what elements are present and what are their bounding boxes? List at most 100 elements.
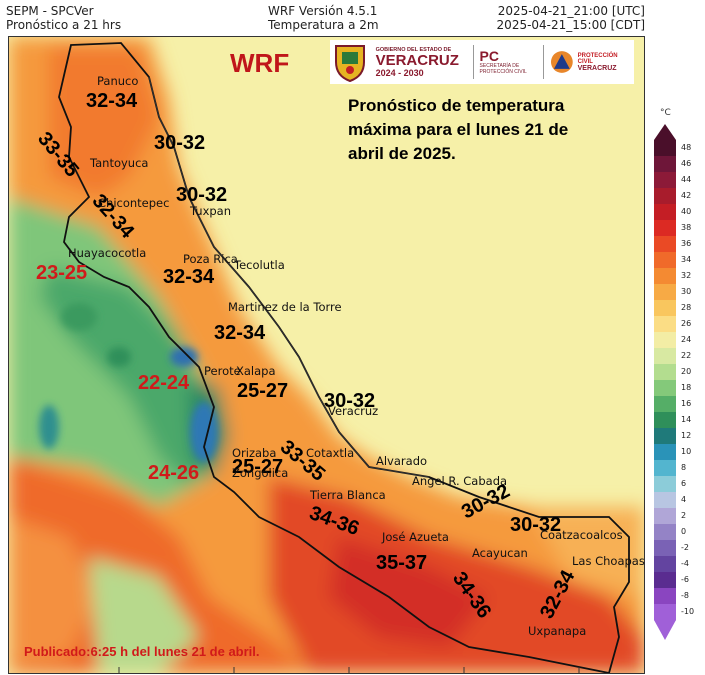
logos-banner: GOBIERNO DEL ESTADO DE VERACRUZ 2024 - 2… xyxy=(330,40,634,84)
colorbar-segment xyxy=(654,492,676,509)
colorbar-segment xyxy=(654,156,676,173)
pc-logo: PC SECRETARÍA DE PROTECCIÓN CIVIL xyxy=(480,49,537,75)
utc-time-label: 2025-04-21_21:00 [UTC] xyxy=(497,4,645,18)
colorbar-segment xyxy=(654,588,676,605)
city-label: Zongolica xyxy=(232,466,289,480)
published-note: Publicado:6:25 h del lunes 21 de abril. xyxy=(24,644,260,659)
pc2-line1: PROTECCIÓN CIVIL xyxy=(577,52,618,65)
colorbar-segment xyxy=(654,140,676,157)
city-label: Poza Rica xyxy=(183,252,238,266)
colorbar-segment xyxy=(654,204,676,221)
logo-divider xyxy=(472,45,474,79)
city-label: Alvarado xyxy=(376,454,428,468)
variable-label: Temperatura a 2m xyxy=(268,18,379,32)
colorbar-segment xyxy=(654,380,676,397)
colorbar-tick-label: 42 xyxy=(681,191,692,200)
colorbar-tick-label: 40 xyxy=(681,207,692,216)
colorbar-segment xyxy=(654,348,676,365)
city-label: Tierra Blanca xyxy=(310,488,386,502)
range-label: 25-27 xyxy=(237,380,289,402)
city-label: Panuco xyxy=(97,74,139,88)
city-label: Coatzacoalcos xyxy=(540,528,623,542)
colorbar-top-extension xyxy=(654,124,676,140)
range-label: 32-34 xyxy=(214,322,266,344)
colorbar-segment xyxy=(654,524,676,541)
range-label: 35-37 xyxy=(376,552,428,574)
header-center: WRF Versión 4.5.1 Temperatura a 2m xyxy=(268,4,379,32)
colorbar-tick-label: 6 xyxy=(681,479,687,488)
header-left: SEPM - SPCVer Pronóstico a 21 hrs xyxy=(6,4,121,32)
colorbar-segment xyxy=(654,316,676,333)
range-label: 30-32 xyxy=(154,132,206,154)
colorbar-segment xyxy=(654,412,676,429)
colorbar-segment xyxy=(654,332,676,349)
city-label: José Azueta xyxy=(382,530,449,544)
logo-divider xyxy=(542,45,544,79)
proteccion-civil-logo: PROTECCIÓN CIVIL VERACRUZ xyxy=(550,50,634,74)
colorbar-tick-label: 28 xyxy=(681,303,692,312)
civil-protection-icon xyxy=(550,51,573,73)
colorbar-tick-label: 4 xyxy=(681,495,687,504)
colorbar-tick-label: 48 xyxy=(681,143,692,152)
colorbar-tick-label: 38 xyxy=(681,223,692,232)
cdt-time-label: 2025-04-21_15:00 [CDT] xyxy=(496,18,645,32)
colorbar-segment xyxy=(654,236,676,253)
gobierno-line2: VERACRUZ xyxy=(375,51,459,69)
range-label: 32-34 xyxy=(163,266,215,288)
colorbar-tick-label: 0 xyxy=(681,527,687,536)
colorbar-segment xyxy=(654,252,676,269)
colorbar-segment xyxy=(654,220,676,237)
colorbar-segment xyxy=(654,428,676,445)
colorbar-tick-label: 16 xyxy=(681,399,692,408)
colorbar-tick-label: 10 xyxy=(681,447,692,456)
city-label: Cotaxtla xyxy=(306,446,355,460)
city-label: Angel R. Cabada xyxy=(412,474,508,488)
colorbar-segment xyxy=(654,364,676,381)
forecast-description: Pronóstico de temperatura máxima para el… xyxy=(348,96,569,163)
city-label: Tantoyuca xyxy=(90,156,149,170)
colorbar-segment xyxy=(654,476,676,493)
colorbar-tick-label: 14 xyxy=(681,415,692,424)
colorbar-tick-label: 8 xyxy=(681,463,687,472)
colorbar-segment xyxy=(654,268,676,285)
colorbar-segment xyxy=(654,460,676,477)
colorbar-tick-label: 20 xyxy=(681,367,692,376)
colorbar-tick-label: 44 xyxy=(681,175,692,184)
colorbar-segment xyxy=(654,540,676,557)
colorbar-unit: °C xyxy=(660,108,671,118)
city-label: Veracruz xyxy=(328,404,379,418)
colorbar-tick-label: 24 xyxy=(681,335,692,344)
colorbar-segment xyxy=(654,572,676,589)
colorbar-tick-label: 34 xyxy=(681,255,692,264)
city-label: Acayucan xyxy=(472,546,528,560)
colorbar-tick-label: 26 xyxy=(681,319,692,328)
agency-label: SEPM - SPCVer xyxy=(6,4,94,18)
colorbar-tick-label: -6 xyxy=(681,575,689,584)
shield-icon xyxy=(334,45,365,82)
model-title: WRF xyxy=(230,48,290,78)
colorbar-bottom-extension xyxy=(654,620,676,640)
colorbar-segment xyxy=(654,188,676,205)
colorbar-tick-label: 22 xyxy=(681,351,692,360)
colorbar-segment xyxy=(654,508,676,525)
colorbar-segment xyxy=(654,556,676,573)
city-label: Chicontepec xyxy=(98,196,170,210)
range-label: 24-26 xyxy=(148,462,200,484)
colorbar xyxy=(654,124,676,640)
city-label: Tecolutla xyxy=(234,258,285,272)
city-label: Las Choapas xyxy=(572,554,645,568)
colorbar-tick-label: -2 xyxy=(681,543,689,552)
colorbar-tick-label: 46 xyxy=(681,159,692,168)
colorbar-segment xyxy=(654,444,676,461)
colorbar-segment xyxy=(654,284,676,301)
colorbar-segment xyxy=(654,172,676,189)
pc-title: PC xyxy=(479,48,499,64)
colorbar-tick-label: 30 xyxy=(681,287,692,296)
colorbar-segment xyxy=(654,396,676,413)
model-version-label: WRF Versión 4.5.1 xyxy=(268,4,378,18)
colorbar-tick-label: -8 xyxy=(681,591,689,600)
city-label: Uxpanapa xyxy=(528,624,587,638)
colorbar-tick-label: 2 xyxy=(681,511,687,520)
city-label: Tuxpan xyxy=(190,204,232,218)
gobierno-line3: 2024 - 2030 xyxy=(375,67,424,78)
